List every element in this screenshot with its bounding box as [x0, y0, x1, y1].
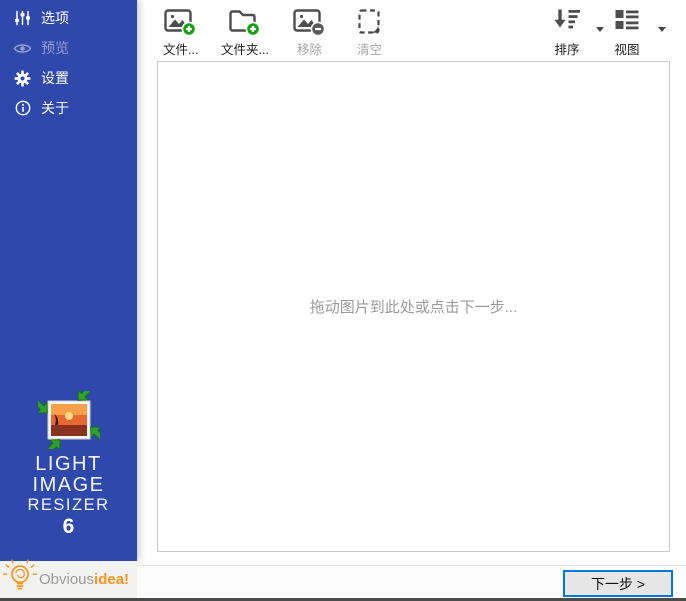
toolbar: 文件... 文件夹... 移除 清空 排序 视图 — [137, 0, 686, 61]
view-button[interactable]: 视图 — [613, 7, 641, 58]
toolbar-button-label: 移除 — [296, 43, 322, 57]
sort-icon — [552, 7, 582, 38]
toolbar-button-label: 文件夹... — [221, 43, 269, 57]
add-folder-button[interactable]: 文件夹... — [221, 7, 269, 58]
sidebar-item-label: 选项 — [41, 10, 69, 26]
sort-button[interactable]: 排序 — [552, 7, 582, 58]
remove-button[interactable]: 移除 — [293, 7, 326, 58]
footer-bar: 下一步 > — [137, 566, 686, 598]
toolbar-button-label: 文件... — [163, 43, 199, 57]
obviousidea-wordmark: Obviousidea! — [39, 571, 130, 588]
dropzone-hint: 拖动图片到此处或点击下一步... — [309, 299, 518, 316]
sidebar: 选项 预览 设置 关于 LIGHT IMAGE RESIZER 6 — [0, 0, 137, 561]
view-icon — [613, 7, 641, 38]
remove-image-icon — [293, 7, 326, 38]
toolbar-button-label: 排序 — [554, 43, 580, 57]
sort-dropdown-arrow[interactable] — [596, 27, 604, 32]
sidebar-item-label: 预览 — [41, 40, 69, 56]
image-dropzone[interactable]: 拖动图片到此处或点击下一步... — [157, 61, 670, 552]
add-files-button[interactable]: 文件... — [163, 7, 198, 58]
sidebar-menu: 选项 预览 设置 关于 — [0, 0, 137, 123]
logo-text-image: IMAGE — [32, 474, 105, 496]
app-logo: LIGHT IMAGE RESIZER 6 — [0, 386, 137, 538]
sidebar-item-about[interactable]: 关于 — [0, 93, 137, 123]
sidebar-item-settings[interactable]: 设置 — [0, 63, 137, 93]
clear-button[interactable]: 清空 — [356, 7, 383, 58]
next-button[interactable]: 下一步 > — [563, 570, 673, 597]
add-image-icon — [164, 7, 197, 38]
sidebar-item-preview[interactable]: 预览 — [0, 33, 137, 63]
toolbar-button-label: 视图 — [614, 43, 640, 57]
gear-icon — [13, 69, 32, 87]
lightbulb-icon — [2, 559, 38, 600]
logo-text-light: LIGHT — [35, 453, 102, 475]
obviousidea-logo[interactable]: Obviousidea! — [0, 559, 137, 600]
sidebar-item-options[interactable]: 选项 — [0, 3, 137, 33]
info-icon — [13, 99, 32, 117]
light-image-resizer-window: 选项 预览 设置 关于 LIGHT IMAGE RESIZER 6 Obviou… — [0, 0, 686, 601]
view-dropdown-arrow[interactable] — [658, 27, 666, 32]
sidebar-item-label: 关于 — [41, 100, 69, 116]
logo-version: 6 — [62, 515, 75, 538]
add-folder-icon — [228, 7, 261, 38]
toolbar-button-label: 清空 — [356, 43, 382, 57]
logo-text-resizer: RESIZER — [27, 496, 110, 514]
eye-icon — [13, 39, 32, 57]
sidebar-item-label: 设置 — [41, 70, 69, 86]
app-logo-image — [32, 386, 105, 454]
sliders-icon — [13, 9, 32, 27]
clear-icon — [356, 7, 383, 38]
